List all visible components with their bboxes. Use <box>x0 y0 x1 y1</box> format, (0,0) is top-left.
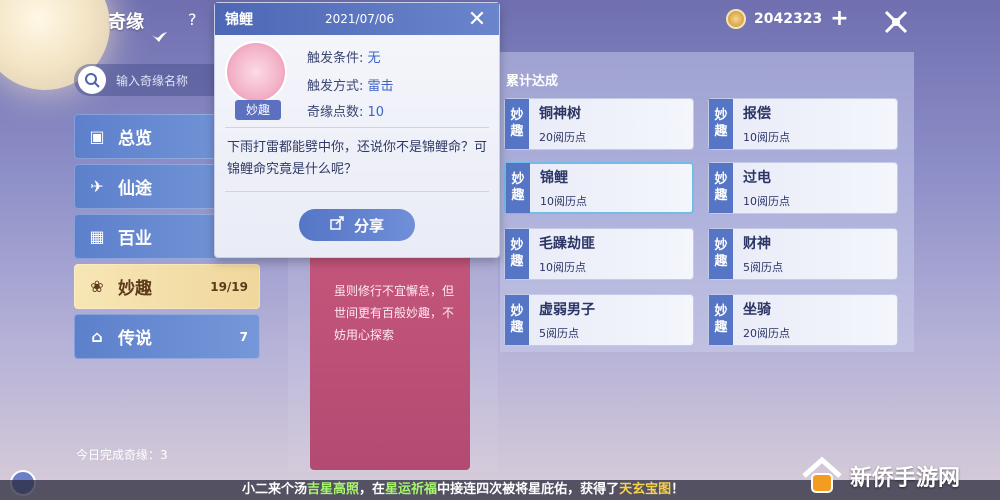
marquee-text: ，在 <box>359 482 386 497</box>
achievement-card[interactable]: 妙趣 毛躁劫匪 10阅历点 <box>504 228 694 280</box>
attr-label: 触发方式: <box>307 79 364 94</box>
achievement-badge: 妙趣 <box>709 163 733 213</box>
marquee-highlight: 星运祈福 <box>385 482 438 497</box>
achievement-badge: 妙趣 <box>709 295 733 345</box>
qiyuan-points: 奇缘点数: 10 <box>307 101 384 120</box>
achievement-card[interactable]: 妙趣 坐骑 20阅历点 <box>708 294 898 346</box>
close-icon[interactable]: ✕ <box>465 7 489 32</box>
share-button[interactable]: 分享 <box>299 209 415 241</box>
sidebar-item-label: 总览 <box>118 129 152 149</box>
daily-completed: 今日完成奇缘：3 <box>76 448 168 462</box>
achievement-points: 5阅历点 <box>539 327 579 340</box>
marquee-highlight: 吉星高照 <box>307 482 360 497</box>
popup-date: 2021/07/06 <box>325 12 395 26</box>
sidebar-item-chuanshuo[interactable]: ⌂ 传说 7 <box>74 314 260 359</box>
achievement-card[interactable]: 妙趣 报偿 10阅历点 <box>708 98 898 150</box>
sidebar-item-count: 7 <box>239 329 248 344</box>
achievement-points: 10阅历点 <box>743 195 790 208</box>
close-icon[interactable] <box>878 4 914 40</box>
share-label: 分享 <box>353 216 384 235</box>
sidebar-item-label: 妙趣 <box>118 279 152 299</box>
trigger-condition: 触发条件: 无 <box>307 47 381 66</box>
page-title: 奇缘 <box>108 12 144 33</box>
attr-value: 雷击 <box>367 79 394 94</box>
achievement-badge: 妙趣 <box>506 163 530 213</box>
achievement-name: 过电 <box>743 170 771 186</box>
achievement-points: 5阅历点 <box>743 261 783 274</box>
share-icon <box>330 216 344 234</box>
search-placeholder: 输入奇缘名称 <box>116 73 189 88</box>
achievement-badge: 妙趣 <box>505 295 529 345</box>
achievement-points: 20阅历点 <box>539 131 586 144</box>
achievement-name: 锦鲤 <box>540 170 568 186</box>
sidebar-item-label: 百业 <box>118 229 152 249</box>
achievement-name: 毛躁劫匪 <box>539 236 595 252</box>
category-card-text: 虽则修行不宜懈怠，但世间更有百般妙趣，不妨用心探索 <box>334 284 455 342</box>
sidebar-item-count: 19/19 <box>210 279 248 294</box>
achievement-name: 虚弱男子 <box>539 302 595 318</box>
help-button[interactable]: ? <box>188 10 197 29</box>
attr-label: 奇缘点数: <box>307 105 364 120</box>
achievement-points: 10阅历点 <box>540 195 587 208</box>
bird-icon <box>150 30 168 49</box>
achievement-name: 铜神树 <box>539 106 581 122</box>
grid-icon: ▦ <box>89 227 105 246</box>
marquee-highlight: 天玄宝图 <box>619 482 672 497</box>
achievement-badge: 妙趣 <box>505 99 529 149</box>
achievement-badge: 妙趣 <box>709 229 733 279</box>
category-tag: 妙趣 <box>235 100 281 120</box>
achievement-badge: 妙趣 <box>709 99 733 149</box>
marquee-text: ！ <box>671 482 685 497</box>
search-icon[interactable] <box>78 66 106 94</box>
pavilion-icon: ⌂ <box>91 327 103 346</box>
achievement-card[interactable]: 妙趣 虚弱男子 5阅历点 <box>504 294 694 346</box>
house-logo-icon <box>802 456 842 493</box>
watermark-text: 新侨手游网 <box>850 466 961 491</box>
currency-amount: 2042323 <box>754 11 823 27</box>
currency-display: 2042323 + <box>726 6 849 32</box>
achievement-points: 10阅历点 <box>743 131 790 144</box>
add-currency-button[interactable]: + <box>830 8 848 30</box>
dancer-icon: ❀ <box>90 277 104 296</box>
sidebar-item-label: 传说 <box>118 329 152 349</box>
marquee-text: 中接连四次被将星庇佑，获得了 <box>437 482 620 497</box>
sidebar-item-miaoqu[interactable]: ❀ 妙趣 19/19 <box>74 264 260 309</box>
category-card: 虽则修行不宜懈怠，但世间更有百般妙趣，不妨用心探索 <box>310 240 470 470</box>
divider <box>225 191 489 192</box>
attr-label: 触发条件: <box>307 51 364 66</box>
attr-value: 无 <box>367 51 381 66</box>
achievement-title: 累计达成 <box>506 74 559 89</box>
attr-value: 10 <box>367 105 385 120</box>
popup-header: 锦鲤 2021/07/06 ✕ <box>215 3 499 35</box>
detail-popup: 锦鲤 2021/07/06 ✕ 妙趣 触发条件: 无 触发方式: 雷击 奇缘点数… <box>214 2 500 258</box>
popup-title: 锦鲤 <box>225 12 253 28</box>
marquee-text: 小二来个汤 <box>242 482 308 497</box>
sidebar-item-label: 仙途 <box>118 179 152 199</box>
popup-description: 下雨打雷都能劈中你，还说你不是锦鲤命？可锦鲤命究竟是什么呢？ <box>227 140 488 177</box>
crane-icon: ✈ <box>90 177 104 196</box>
achievement-card[interactable]: 妙趣 财神 5阅历点 <box>708 228 898 280</box>
achievement-points: 10阅历点 <box>539 261 586 274</box>
achievement-badge: 妙趣 <box>505 229 529 279</box>
achievement-card[interactable]: 妙趣 过电 10阅历点 <box>708 162 898 214</box>
achievement-name: 财神 <box>743 236 771 252</box>
achievement-card[interactable]: 妙趣 铜神树 20阅历点 <box>504 98 694 150</box>
trigger-method: 触发方式: 雷击 <box>307 75 394 94</box>
divider <box>225 127 489 128</box>
site-watermark: 新侨手游网 <box>800 452 960 500</box>
book-icon: ▣ <box>89 127 105 146</box>
achievement-points: 20阅历点 <box>743 327 790 340</box>
achievement-name: 报偿 <box>743 106 771 122</box>
avatar <box>225 41 287 103</box>
coin-icon <box>726 9 746 29</box>
achievement-name: 坐骑 <box>743 302 771 318</box>
achievement-card-selected[interactable]: 妙趣 锦鲤 10阅历点 <box>504 162 694 214</box>
